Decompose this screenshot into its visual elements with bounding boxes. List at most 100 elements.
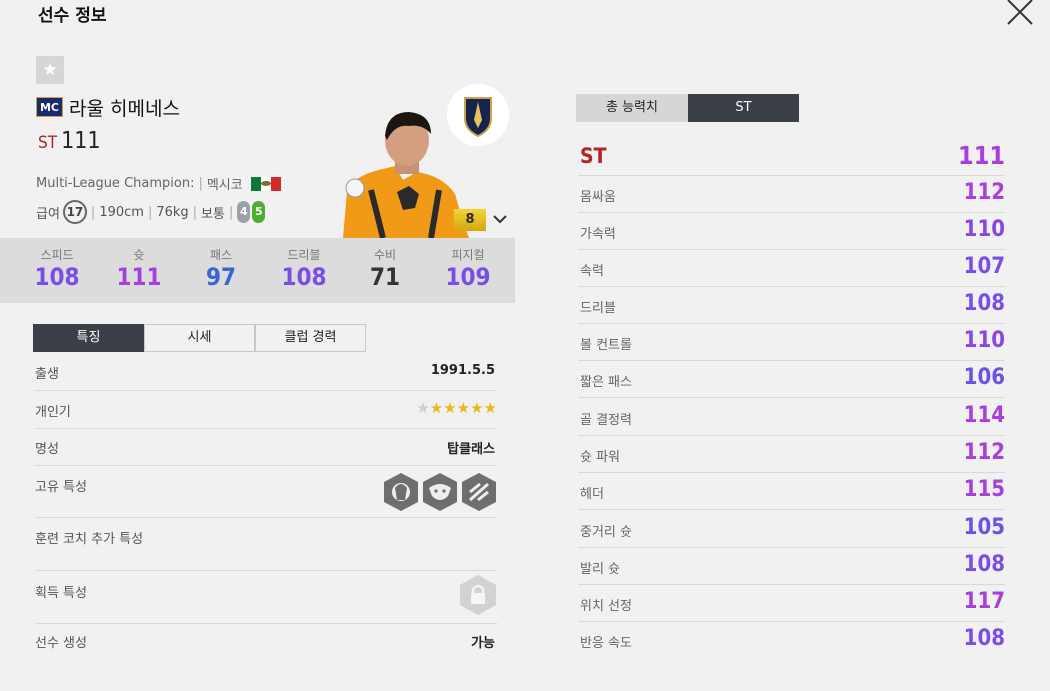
- physical-info-row: 급여 17 | 190cm | 76kg | 보통 | 4 5: [36, 200, 266, 224]
- skill-stars: ★★★★★★: [416, 399, 497, 417]
- stat-label: 패스: [209, 248, 233, 262]
- attribute-value: 110: [963, 328, 1005, 353]
- attribute-value: 112: [963, 440, 1005, 465]
- stat-value: 111: [116, 263, 162, 291]
- stat-dribbling: 드리블 108: [269, 246, 339, 291]
- attribute-label: 짧은 패스: [580, 375, 632, 390]
- attribute-value: 114: [963, 403, 1005, 428]
- trait-icons: [380, 472, 497, 512]
- star-empty-icon: ★: [416, 399, 430, 417]
- stat-physical: 피지컬 109: [433, 246, 503, 291]
- detail-row-birth: 출생 1991.5.5: [35, 363, 497, 391]
- player-name: 라울 히메네스: [69, 97, 180, 120]
- attribute-label: 골 결정력: [580, 413, 632, 428]
- attribute-row: 드리블 108: [578, 287, 1005, 324]
- shield-icon: [464, 97, 492, 138]
- detail-row-acquired-traits: 획득 특성: [35, 575, 497, 624]
- season-nation-row: Multi-League Champion: | 멕시코: [36, 174, 281, 193]
- attribute-value: 108: [963, 626, 1005, 651]
- body-type: 보통: [201, 206, 225, 222]
- attribute-label: 슛 파워: [580, 450, 621, 465]
- stat-label: 수비: [373, 248, 397, 262]
- height: 190cm: [99, 204, 144, 220]
- attribute-value: 105: [963, 515, 1005, 540]
- tab-total-attributes[interactable]: 총 능력치: [576, 94, 688, 122]
- reputation-value: 탑클래스: [447, 442, 495, 457]
- detail-row-skill: 개인기 ★★★★★★: [35, 399, 497, 429]
- attribute-row: 짧은 패스 106: [578, 361, 1005, 398]
- attribute-value: 115: [963, 477, 1005, 502]
- stat-value: 109: [445, 263, 491, 291]
- stat-speed: 스피드 108: [22, 246, 92, 291]
- stat-defending: 수비 71: [350, 246, 420, 291]
- attribute-label: 가속력: [580, 227, 616, 242]
- headline-value: 111: [958, 141, 1005, 170]
- stat-value: 97: [205, 263, 237, 291]
- attribute-label: 헤더: [580, 487, 604, 502]
- birth-value: 1991.5.5: [430, 363, 495, 378]
- detail-tabs: 특징 시세 클럽 경력: [33, 324, 366, 352]
- star-icon: ★: [42, 60, 58, 80]
- lock-icon: [460, 575, 496, 615]
- attribute-row: 발리 슛 108: [578, 548, 1005, 585]
- detail-row-coach-traits: 훈련 코치 추가 특성: [35, 528, 497, 571]
- star-filled-icon: ★★★★★: [429, 399, 497, 417]
- attribute-label: 몸싸움: [580, 190, 616, 205]
- attribute-label: 중거리 슛: [580, 525, 632, 540]
- salary-label: 급여: [36, 206, 60, 222]
- attribute-label: 드리블: [580, 301, 616, 316]
- stat-label: 드리블: [287, 248, 321, 262]
- skill-label: 개인기: [35, 405, 71, 420]
- reputation-label: 명성: [35, 442, 59, 457]
- attribute-row: 가속력 110: [578, 213, 1005, 250]
- player-creation-value: 가능: [471, 636, 495, 651]
- attribute-tabs: 총 능력치 ST: [576, 94, 799, 122]
- attribute-value: 108: [963, 291, 1005, 316]
- chevron-down-icon[interactable]: [491, 210, 509, 228]
- attribute-row: 반응 속도 108: [578, 622, 1005, 659]
- detail-row-player-creation: 선수 생성 가능: [35, 632, 497, 660]
- trait-icon-1[interactable]: [383, 472, 419, 512]
- enhance-level-badge[interactable]: 8: [454, 209, 486, 231]
- overall-position: ST: [38, 133, 58, 153]
- tab-market-price[interactable]: 시세: [144, 324, 255, 352]
- detail-row-unique-traits: 고유 특성: [35, 473, 497, 518]
- trait-icon-3[interactable]: [461, 472, 497, 512]
- weight: 76kg: [156, 204, 189, 220]
- headline-position: ST: [580, 144, 607, 168]
- stat-label: 슛: [133, 248, 145, 262]
- attribute-row: 볼 컨트롤 110: [578, 324, 1005, 361]
- birth-label: 출생: [35, 367, 59, 382]
- mexico-flag-icon: [250, 176, 281, 191]
- stat-passing: 패스 97: [186, 246, 256, 291]
- attribute-value: 112: [963, 180, 1005, 205]
- tab-traits[interactable]: 특징: [33, 324, 144, 352]
- attribute-value: 117: [963, 589, 1005, 614]
- attribute-headline: ST 111: [578, 138, 1005, 176]
- trait-icon-2[interactable]: [422, 472, 458, 512]
- stat-label: 피지컬: [451, 248, 485, 262]
- stat-shooting: 슛 111: [104, 246, 174, 291]
- close-icon[interactable]: [1004, 0, 1036, 26]
- attribute-row: 골 결정력 114: [578, 399, 1005, 436]
- tab-position-st[interactable]: ST: [688, 94, 799, 122]
- stat-label: 스피드: [40, 248, 74, 262]
- tab-club-history[interactable]: 클럽 경력: [255, 324, 366, 352]
- attribute-value: 110: [963, 217, 1005, 242]
- overall-value: 111: [61, 128, 101, 154]
- attribute-row: 몸싸움 112: [578, 176, 1005, 213]
- season-name: Multi-League Champion:: [36, 176, 195, 191]
- favorite-star-button[interactable]: ★: [36, 56, 64, 84]
- stat-value: 108: [34, 263, 80, 291]
- detail-row-reputation: 명성 탑클래스: [35, 438, 497, 466]
- stat-value: 108: [281, 263, 327, 291]
- player-creation-label: 선수 생성: [35, 636, 87, 651]
- attribute-row: 헤더 115: [578, 473, 1005, 510]
- weak-foot-icon: 4: [237, 201, 251, 223]
- attribute-label: 속력: [580, 264, 604, 279]
- team-logo: [447, 84, 509, 146]
- attribute-row: 속력 107: [578, 250, 1005, 287]
- attribute-row: 중거리 슛 105: [578, 511, 1005, 548]
- player-name-row: MC 라울 히메네스: [36, 94, 180, 120]
- nation-name: 멕시코: [206, 178, 243, 193]
